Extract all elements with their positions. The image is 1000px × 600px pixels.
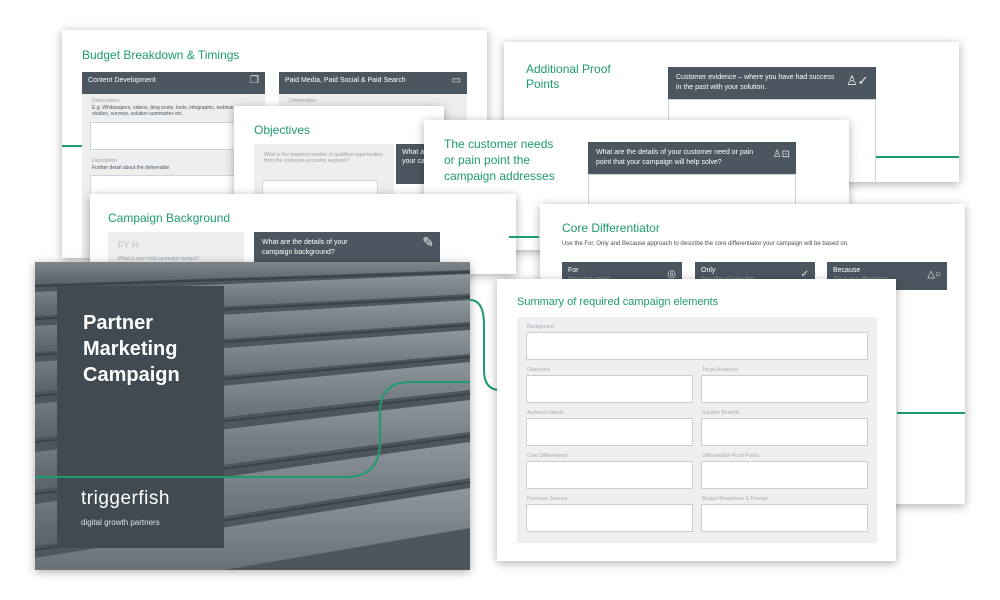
solution-benefits-label: Solution Benefits <box>702 410 740 416</box>
audience-needs-field[interactable] <box>526 418 693 446</box>
target-icon: ◎ <box>667 269 676 280</box>
target-audience-label: Target Audience <box>702 367 738 373</box>
budget-col1-label: Content Development <box>88 77 156 84</box>
differentiator-intro: Use the For, Only and Because approach t… <box>562 241 849 247</box>
objectives-label: Objectives <box>527 367 551 373</box>
monitor-icon: ▭ <box>451 75 461 86</box>
budget-timings-label: Budget Breakdown & Timings <box>702 496 768 502</box>
description-hint: Further detail about the deliverable <box>92 165 170 171</box>
cover-sheet: Partner Marketing Campaign triggerfish d… <box>35 262 470 570</box>
differentiator-proof-field[interactable] <box>701 461 868 489</box>
needs-title: The customer needs or pain point the cam… <box>444 137 555 183</box>
budget-accent-line <box>62 145 82 147</box>
core-differentiator-label: Core Differentiator <box>527 453 568 459</box>
only-label: Only <box>701 267 716 274</box>
budget-col1-header: Content Development ❐ <box>82 72 265 94</box>
deliverables-label: Deliverables <box>92 98 120 104</box>
proof-header: Customer evidence – where you have had s… <box>668 67 876 99</box>
proof-accent-line <box>876 156 959 158</box>
needs-accent-line <box>509 236 539 238</box>
background-label: Background <box>527 324 554 330</box>
background-title: Campaign Background <box>108 211 231 225</box>
check-icon: ✓ <box>800 269 809 280</box>
needs-header-text: What are the details of your customer ne… <box>596 149 754 166</box>
target-audience-field[interactable] <box>701 375 868 403</box>
differentiator-title: Core Differentiator <box>562 221 660 235</box>
proof-icon-area: ♙✓ <box>846 72 870 94</box>
description-label: Description <box>92 158 118 164</box>
edit-icon: ✎ <box>422 234 434 250</box>
objectives-question: What is the targeted number of qualified… <box>264 152 383 164</box>
proof-header-text: Customer evidence – where you have had s… <box>676 74 835 91</box>
deliverables-field[interactable] <box>90 122 255 150</box>
differentiator-proof-label: Differentiator Proof Points <box>702 453 760 459</box>
person-lock-icon: ♙⊡ <box>772 149 790 160</box>
person-check-icon: ♙✓ <box>846 73 869 88</box>
budget-col2-sub: Deliverables <box>289 98 317 104</box>
needs-header: What are the details of your customer ne… <box>588 142 796 174</box>
purchase-journey-field[interactable] <box>526 504 693 532</box>
cover-accent-curve <box>35 381 470 478</box>
proof-title: Additional Proof Points <box>526 62 611 91</box>
core-differentiator-field[interactable] <box>526 461 693 489</box>
budget-col2-label: Paid Media, Paid Social & Paid Search <box>285 77 406 84</box>
purchase-journey-label: Purchase Journey <box>527 496 568 502</box>
for-label: For <box>568 267 579 274</box>
budget-title: Budget Breakdown & Timings <box>82 48 240 62</box>
objectives-summary-field[interactable] <box>526 375 693 403</box>
audience-needs-label: Audience Needs <box>527 410 564 416</box>
solution-benefits-field[interactable] <box>701 418 868 446</box>
objectives-title: Objectives <box>254 123 311 137</box>
background-fy: FY H <box>118 240 139 250</box>
shapes-icon: △○ <box>927 269 941 280</box>
background-field[interactable] <box>526 332 868 360</box>
summary-title: Summary of required campaign elements <box>517 296 719 308</box>
budget-timings-field[interactable] <box>701 504 868 532</box>
budget-col2-header: Paid Media, Paid Social & Paid Search ▭ <box>279 72 467 94</box>
differentiator-accent-line <box>897 412 965 414</box>
documents-icon: ❐ <box>250 75 259 86</box>
summary-sheet: Summary of required campaign elements Ba… <box>497 279 896 561</box>
because-label: Because <box>833 267 861 274</box>
background-header-text: What are the details of your campaign ba… <box>262 239 348 256</box>
